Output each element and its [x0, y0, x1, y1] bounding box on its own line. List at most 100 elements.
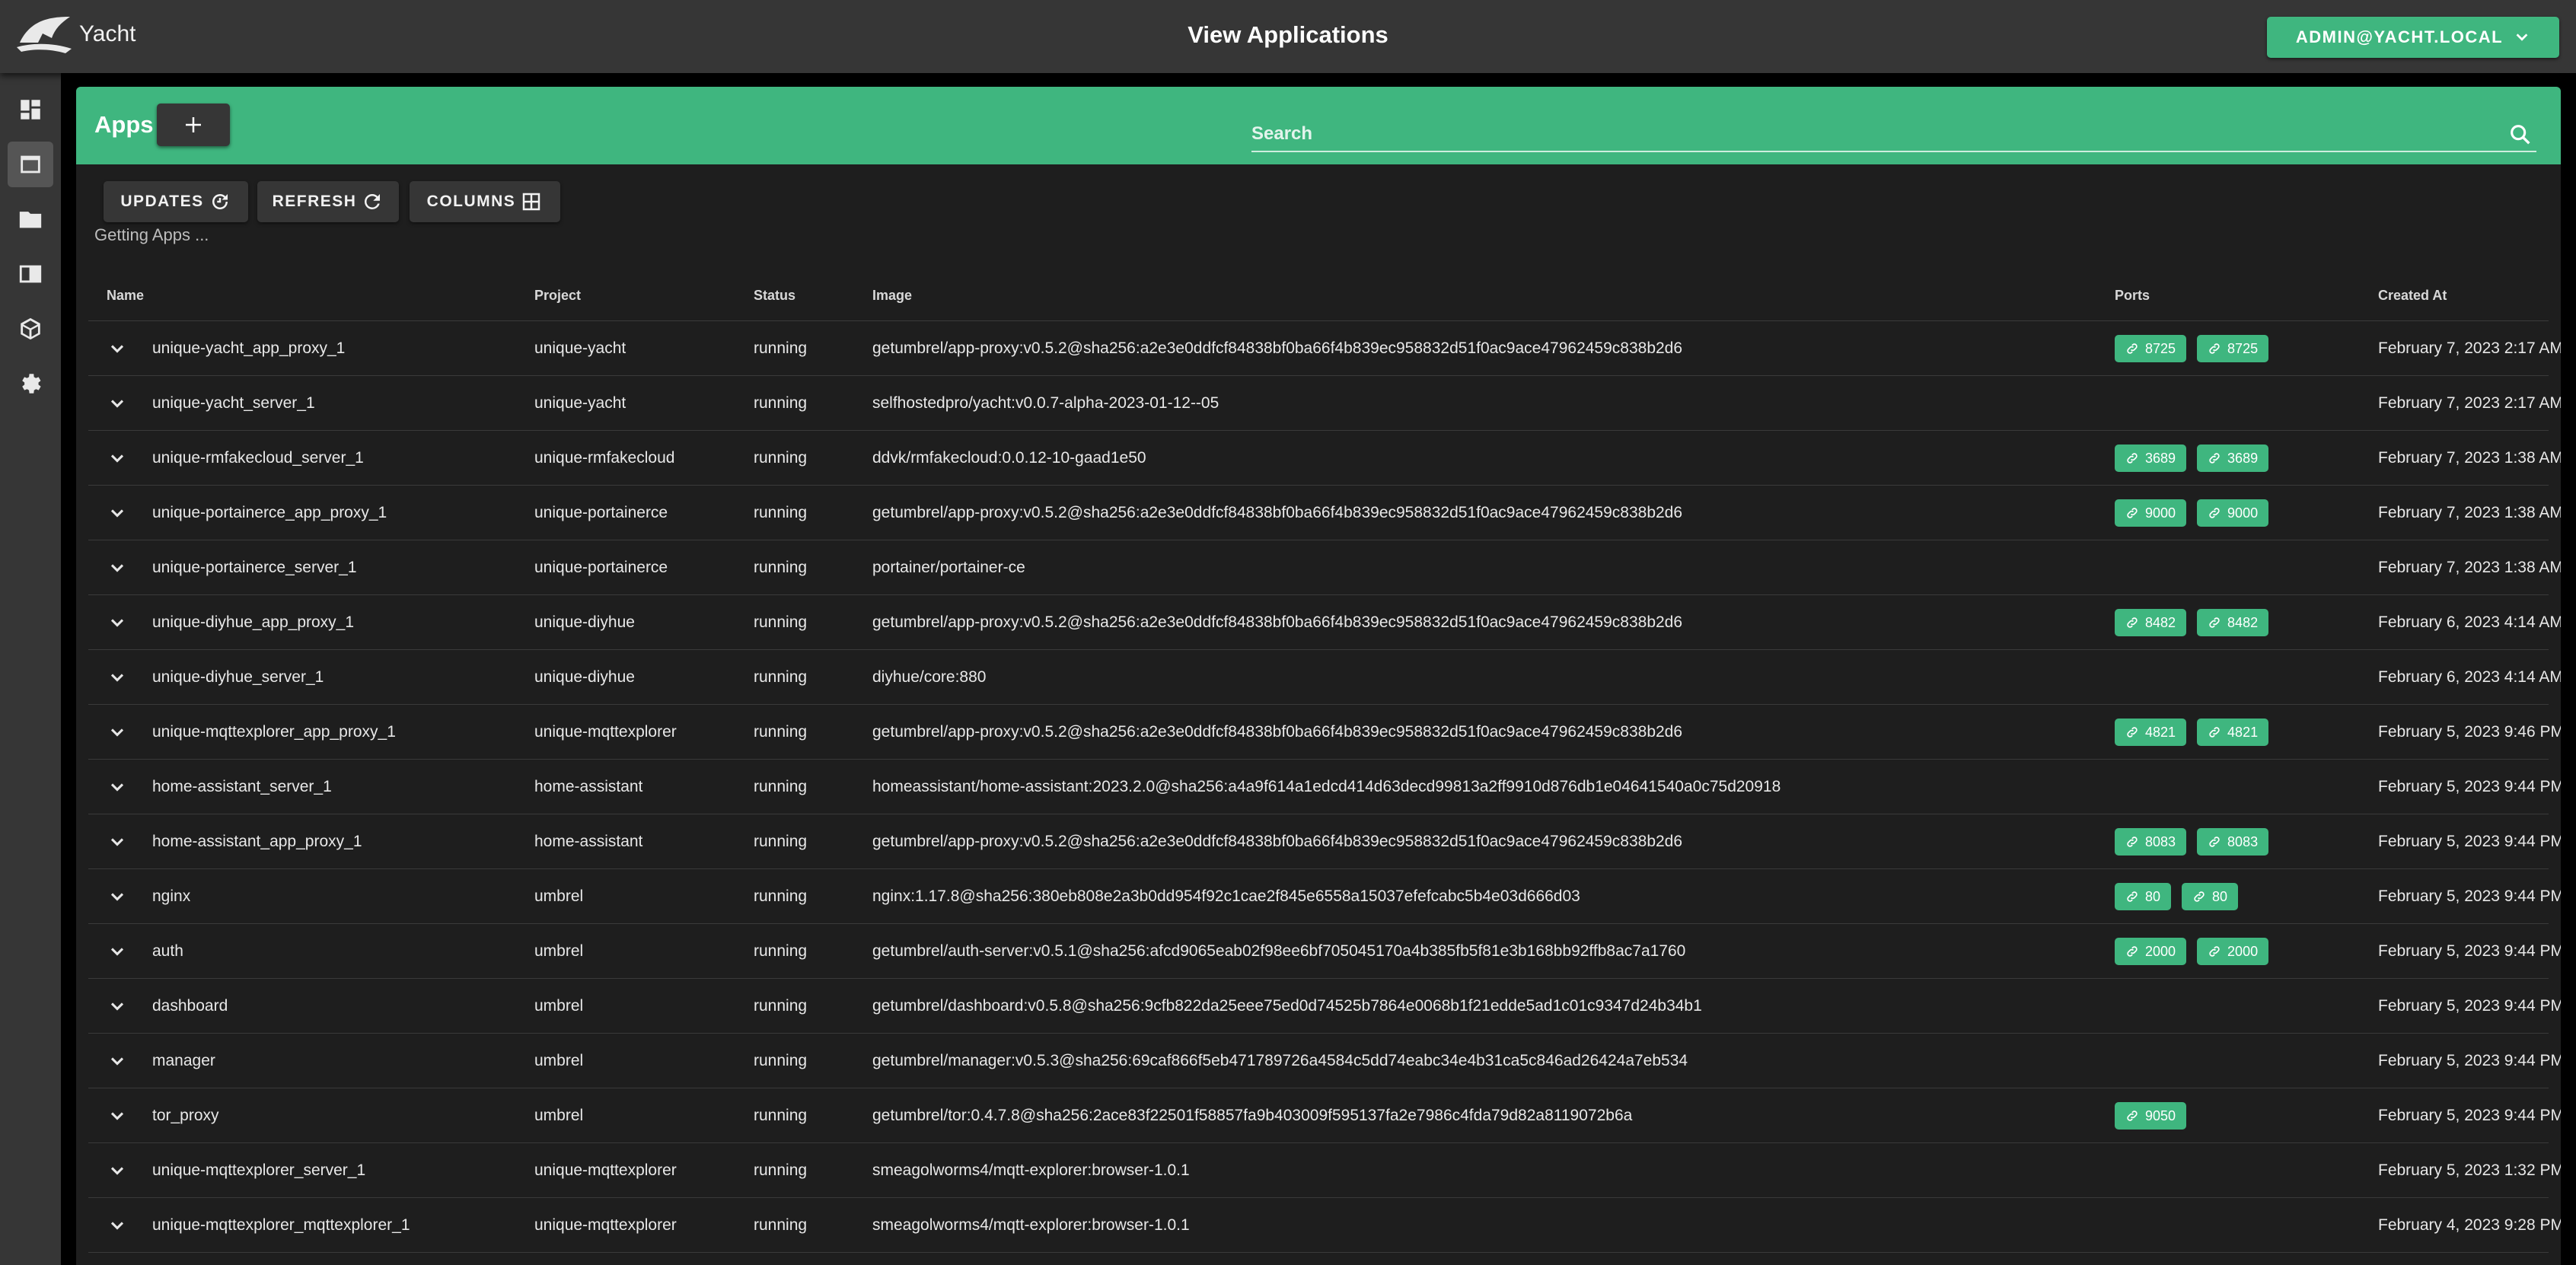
- expand-chevron-icon[interactable]: [107, 393, 128, 414]
- port-link-chip[interactable]: 80: [2115, 882, 2172, 910]
- app-name-cell[interactable]: unique-diyhue_server_1: [152, 650, 324, 704]
- image-cell: smeagolworms4/mqtt-explorer:browser-1.0.…: [872, 1216, 1190, 1234]
- expand-chevron-icon[interactable]: [107, 941, 128, 962]
- expand-chevron-icon[interactable]: [107, 557, 128, 578]
- app-name-cell[interactable]: tor_proxy: [152, 1088, 219, 1142]
- expand-chevron-icon[interactable]: [107, 1160, 128, 1181]
- expand-chevron-icon[interactable]: [107, 776, 128, 798]
- user-menu-button[interactable]: ADMIN@YACHT.LOCAL: [2267, 17, 2559, 58]
- app-name-cell[interactable]: unique-mqttexplorer_mqttexplorer_1: [152, 1198, 410, 1252]
- header-project[interactable]: Project: [534, 288, 581, 304]
- expand-chevron-icon[interactable]: [107, 886, 128, 907]
- app-name-cell[interactable]: auth: [152, 924, 183, 978]
- port-link-chip[interactable]: 8083: [2197, 827, 2269, 856]
- expand-chevron-icon[interactable]: [107, 502, 128, 524]
- table-row[interactable]: auth umbrel running getumbrel/auth-server:v…: [88, 924, 2561, 979]
- table-row[interactable]: unique-yacht_app_proxy_1 unique-yacht runn…: [88, 321, 2561, 376]
- app-name-cell[interactable]: unique-portainerce_server_1: [152, 540, 357, 594]
- header-created-at[interactable]: Created At: [2378, 288, 2447, 304]
- port-link-chip[interactable]: 2000: [2197, 937, 2269, 965]
- updates-button[interactable]: UPDATES: [104, 181, 248, 222]
- table-row[interactable]: unique-diyhue_app_proxy_1 unique-diyhue ru…: [88, 595, 2561, 650]
- expand-chevron-icon[interactable]: [107, 612, 128, 633]
- app-name-cell[interactable]: home-assistant_app_proxy_1: [152, 814, 362, 868]
- port-link-chip[interactable]: 3689: [2115, 444, 2187, 472]
- header-image[interactable]: Image: [872, 288, 912, 304]
- table-row[interactable]: manager umbrel running getumbrel/manager:v0…: [88, 1034, 2561, 1088]
- columns-button[interactable]: COLUMNS: [410, 181, 560, 222]
- app-name-cell[interactable]: home-assistant_server_1: [152, 760, 332, 814]
- app-name-cell[interactable]: dashboard: [152, 979, 228, 1033]
- table-row[interactable]: home-assistant_app_proxy_1 home-assistant…: [88, 814, 2561, 869]
- port-link-chip[interactable]: 4821: [2197, 718, 2269, 746]
- sidebar-item-dashboard[interactable]: [8, 87, 53, 132]
- add-app-button[interactable]: [157, 104, 230, 146]
- app-name-cell[interactable]: unique-mqttexplorer_server_1: [152, 1143, 365, 1197]
- project-cell: unique-mqttexplorer: [534, 1216, 677, 1234]
- app-name-cell[interactable]: manager: [152, 1034, 215, 1088]
- table-row[interactable]: tor_proxy umbrel running getumbrel/tor:0.4.…: [88, 1088, 2561, 1143]
- status-cell: running: [754, 942, 808, 960]
- expand-chevron-icon[interactable]: [107, 448, 128, 469]
- sidebar-item-projects[interactable]: [8, 196, 53, 242]
- link-icon: [2209, 507, 2220, 518]
- image-cell: nginx:1.17.8@sha256:380eb808e2a3b0dd954f…: [872, 887, 1580, 905]
- port-link-chip[interactable]: 3689: [2197, 444, 2269, 472]
- table-row[interactable]: unique-mqttexplorer_app_proxy_1 unique-mq…: [88, 705, 2561, 760]
- expand-chevron-icon[interactable]: [107, 831, 128, 852]
- sidebar-item-resources[interactable]: [8, 306, 53, 352]
- header-ports[interactable]: Ports: [2115, 288, 2150, 304]
- port-link-chip[interactable]: 4821: [2115, 718, 2187, 746]
- port-link-chip[interactable]: 80: [2182, 882, 2239, 910]
- table-row[interactable]: dashboard umbrel running getumbrel/dashboar…: [88, 979, 2561, 1034]
- app-name-cell[interactable]: unique-rmfakecloud_server_1: [152, 431, 364, 485]
- port-link-chip[interactable]: 2000: [2115, 937, 2187, 965]
- expand-chevron-icon[interactable]: [107, 338, 128, 359]
- table-row[interactable]: unique-yacht_server_1 unique-yacht running…: [88, 376, 2561, 431]
- link-icon: [2209, 343, 2220, 354]
- sidebar-item-settings[interactable]: [8, 361, 53, 406]
- table-row[interactable]: unique-diyhue_server_1 unique-diyhue runni…: [88, 650, 2561, 705]
- app-name-cell[interactable]: nginx: [152, 869, 190, 923]
- expand-chevron-icon[interactable]: [107, 1215, 128, 1236]
- port-link-chip[interactable]: 8725: [2197, 334, 2269, 362]
- port-link-chip[interactable]: 8725: [2115, 334, 2187, 362]
- app-name-cell[interactable]: unique-mqttexplorer_app_proxy_1: [152, 705, 396, 759]
- created-at-cell: February 6, 2023 4:14 AM: [2378, 613, 2561, 631]
- expand-chevron-icon[interactable]: [107, 667, 128, 688]
- port-link-chip[interactable]: 9000: [2197, 499, 2269, 527]
- created-at-cell: February 7, 2023 1:38 AM: [2378, 449, 2561, 467]
- yacht-logo-icon[interactable]: [15, 12, 73, 58]
- port-list: 2000 2000: [2115, 924, 2269, 978]
- refresh-button[interactable]: REFRESH: [257, 181, 399, 222]
- sidebar-item-applications[interactable]: [8, 142, 53, 187]
- created-at-cell: February 5, 2023 1:32 PM: [2378, 1161, 2561, 1179]
- search-icon[interactable]: [2507, 122, 2533, 148]
- expand-chevron-icon[interactable]: [107, 1105, 128, 1126]
- table-row[interactable]: nginx umbrel running nginx:1.17.8@sha256:38…: [88, 869, 2561, 924]
- header-name[interactable]: Name: [107, 288, 144, 304]
- table-row[interactable]: unique-portainerce_app_proxy_1 unique-por…: [88, 486, 2561, 540]
- search-input[interactable]: [1251, 117, 2485, 151]
- table-row[interactable]: unique-rmfakecloud_server_1 unique-rmfake…: [88, 431, 2561, 486]
- port-link-chip[interactable]: 9050: [2115, 1101, 2187, 1130]
- header-status[interactable]: Status: [754, 288, 795, 304]
- port-link-chip[interactable]: 8482: [2197, 608, 2269, 636]
- status-cell: running: [754, 394, 808, 412]
- expand-chevron-icon[interactable]: [107, 996, 128, 1017]
- table-row[interactable]: unique-mqttexplorer_mqttexplorer_1 unique…: [88, 1198, 2561, 1253]
- table-row[interactable]: home-assistant_server_1 home-assistant run…: [88, 760, 2561, 814]
- port-link-chip[interactable]: 9000: [2115, 499, 2187, 527]
- table-row[interactable]: unique-mqttexplorer_server_1 unique-mqtte…: [88, 1143, 2561, 1198]
- expand-chevron-icon[interactable]: [107, 1050, 128, 1072]
- port-link-chip[interactable]: 8482: [2115, 608, 2187, 636]
- port-link-chip[interactable]: 8083: [2115, 827, 2187, 856]
- table-row[interactable]: unique-portainerce_server_1 unique-portai…: [88, 540, 2561, 595]
- expand-chevron-icon[interactable]: [107, 722, 128, 743]
- ports-cell: 8725 8725: [2115, 321, 2269, 375]
- app-name-cell[interactable]: unique-yacht_app_proxy_1: [152, 321, 345, 375]
- app-name-cell[interactable]: unique-yacht_server_1: [152, 376, 315, 430]
- app-name-cell[interactable]: unique-portainerce_app_proxy_1: [152, 486, 387, 540]
- sidebar-item-templates[interactable]: [8, 251, 53, 297]
- app-name-cell[interactable]: unique-diyhue_app_proxy_1: [152, 595, 354, 649]
